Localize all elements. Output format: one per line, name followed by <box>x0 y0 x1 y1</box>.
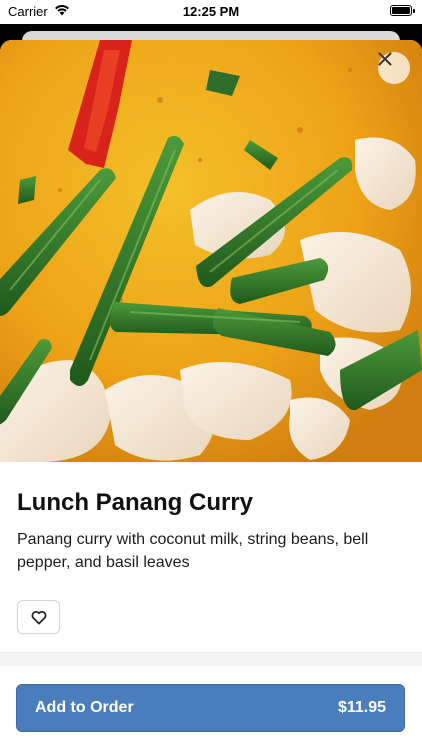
item-description: Panang curry with coconut milk, string b… <box>17 531 369 571</box>
item-title: Lunch Panang Curry <box>17 489 254 516</box>
item-detail-sheet: Lunch Panang Curry Panang curry with coc… <box>0 40 422 750</box>
add-to-order-label: Add to Order <box>35 699 134 716</box>
status-time: 12:25 PM <box>182 4 240 19</box>
price-label: $11.95 <box>337 699 386 716</box>
item-details: Lunch Panang Curry Panang curry with coc… <box>0 462 422 634</box>
heart-outline-icon <box>31 610 46 624</box>
order-bar: Add to Order $11.95 <box>0 666 422 750</box>
close-button[interactable] <box>378 52 410 84</box>
food-image-illustration <box>0 40 422 462</box>
item-photo <box>0 40 422 462</box>
battery-icon <box>390 5 415 16</box>
section-divider <box>0 652 422 666</box>
favorite-button[interactable] <box>17 600 60 634</box>
close-icon <box>378 52 392 66</box>
screen: Carrier 12:25 PM Lunch Panang Curry Pana… <box>0 0 422 750</box>
add-to-order-button[interactable]: Add to Order $11.95 <box>16 684 405 732</box>
status-bar: Carrier 12:25 PM <box>0 0 422 24</box>
